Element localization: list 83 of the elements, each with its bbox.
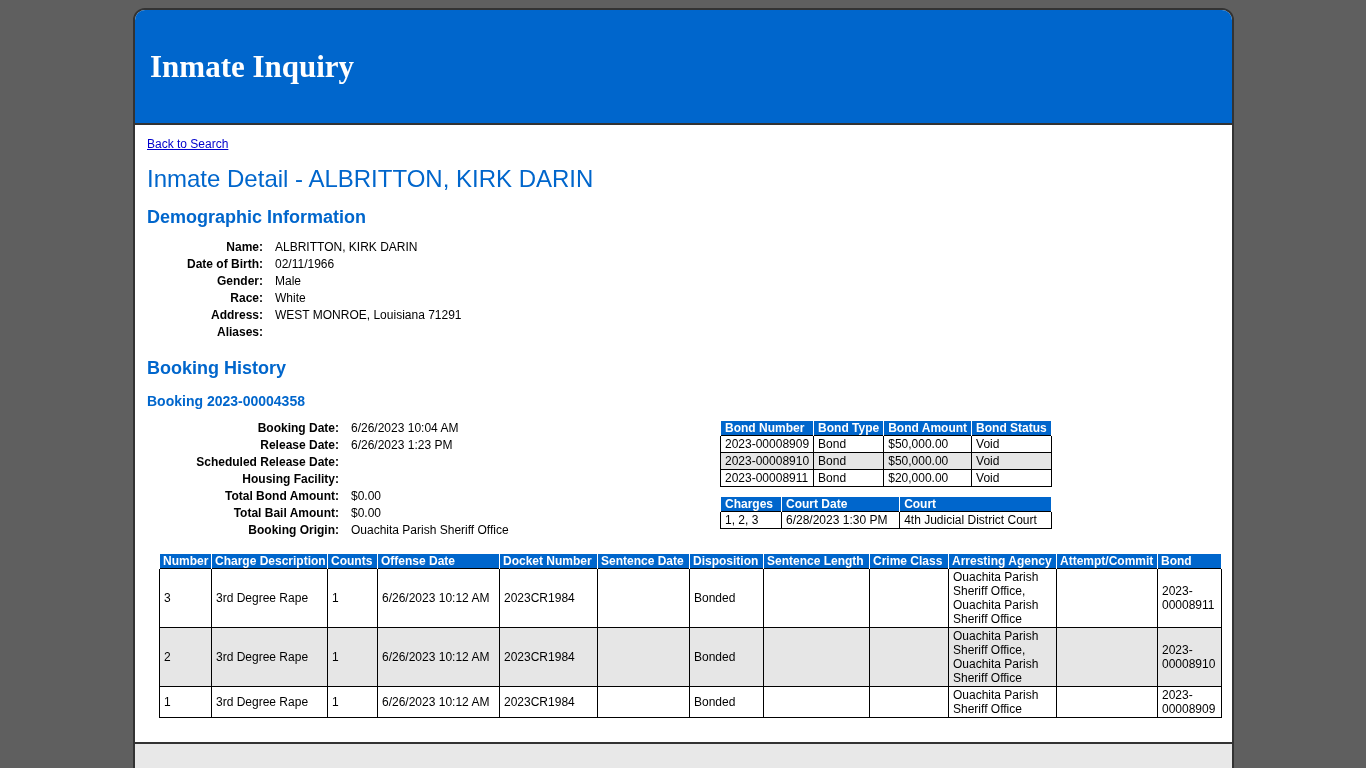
field-value: Ouachita Parish Sheriff Office xyxy=(351,522,509,537)
table-cell: 2023CR1984 xyxy=(499,627,598,687)
field-label: Date of Birth: xyxy=(187,256,263,271)
table-cell: Bonded xyxy=(689,686,764,718)
field-label: Release Date: xyxy=(260,437,339,452)
table-cell: 2023-00008910 xyxy=(1157,627,1222,687)
field-label: Housing Facility: xyxy=(242,471,339,486)
table-cell: Void xyxy=(971,469,1052,487)
table-cell: 2023-00008909 xyxy=(1157,686,1222,718)
table-cell: Ouachita Parish Sheriff Office, Ouachita Parish Sheriff Office xyxy=(948,568,1057,628)
booking-heading: Booking 2023-00004358 xyxy=(147,393,306,409)
column-header: Court xyxy=(899,497,1052,512)
field-value: 6/26/2023 1:23 PM xyxy=(351,437,453,452)
table-cell: $50,000.00 xyxy=(883,435,972,453)
column-header: Bond xyxy=(1157,554,1222,569)
table-cell: Bond xyxy=(813,469,884,487)
column-header: Number xyxy=(159,554,212,569)
table-cell: 3rd Degree Rape xyxy=(211,627,328,687)
table-cell: Ouachita Parish Sheriff Office, Ouachita Parish Sheriff Office xyxy=(948,627,1057,687)
column-header: Attempt/Commit xyxy=(1056,554,1158,569)
table-cell: $20,000.00 xyxy=(883,469,972,487)
table-cell: 3 xyxy=(159,568,212,628)
column-header: Bond Number xyxy=(720,421,814,436)
table-cell: 2 xyxy=(159,627,212,687)
table-cell: 1 xyxy=(327,568,378,628)
table-cell: 1 xyxy=(327,686,378,718)
column-header: Disposition xyxy=(689,554,764,569)
table-cell: 3rd Degree Rape xyxy=(211,568,328,628)
field-label: Scheduled Release Date: xyxy=(196,454,339,469)
field-label: Race: xyxy=(230,290,263,305)
field-label: Total Bail Amount: xyxy=(233,505,339,520)
field-value: WEST MONROE, Louisiana 71291 xyxy=(275,307,462,322)
column-header: Bond Type xyxy=(813,421,884,436)
page-title: Inmate Detail - ALBRITTON, KIRK DARIN xyxy=(147,165,595,193)
table-cell: Void xyxy=(971,435,1052,453)
table-cell: 2023CR1984 xyxy=(499,568,598,628)
column-header: Charge Description xyxy=(211,554,328,569)
column-header: Sentence Date xyxy=(597,554,690,569)
field-value: $0.00 xyxy=(351,505,382,520)
column-header: Sentence Length xyxy=(763,554,870,569)
table-cell: 6/28/2023 1:30 PM xyxy=(781,511,900,529)
field-label: Total Bond Amount: xyxy=(225,488,339,503)
column-header: Arresting Agency xyxy=(948,554,1057,569)
field-label: Address: xyxy=(211,307,263,322)
column-header: Court Date xyxy=(781,497,900,512)
column-header: Counts xyxy=(327,554,378,569)
column-header: Bond Status xyxy=(971,421,1052,436)
field-label: Booking Origin: xyxy=(248,522,339,537)
table-cell: 4th Judicial District Court xyxy=(899,511,1052,529)
column-header: Offense Date xyxy=(377,554,500,569)
section-heading: Demographic Information xyxy=(147,207,367,228)
back-to-search-link[interactable]: Back to Search xyxy=(147,137,229,151)
field-label: Name: xyxy=(226,239,263,254)
table-cell: Ouachita Parish Sheriff Office xyxy=(948,686,1057,718)
field-label: Booking Date: xyxy=(257,420,339,435)
field-value: White xyxy=(275,290,306,305)
field-value: 6/26/2023 10:04 AM xyxy=(351,420,459,435)
table-cell: 6/26/2023 10:12 AM xyxy=(377,568,500,628)
column-header: Crime Class xyxy=(869,554,949,569)
column-header: Charges xyxy=(720,497,782,512)
table-cell: 6/26/2023 10:12 AM xyxy=(377,686,500,718)
table-cell: 2023-00008911 xyxy=(1157,568,1222,628)
table-cell: 2023-00008911 xyxy=(720,469,814,487)
site-title: Inmate Inquiry xyxy=(150,48,355,85)
table-cell: Bonded xyxy=(689,568,764,628)
column-header: Docket Number xyxy=(499,554,598,569)
table-cell: Bond xyxy=(813,435,884,453)
table-cell: Bonded xyxy=(689,627,764,687)
field-label: Gender: xyxy=(217,273,263,288)
table-cell: 3rd Degree Rape xyxy=(211,686,328,718)
section-heading: Booking History xyxy=(147,358,287,379)
table-cell: 1 xyxy=(327,627,378,687)
table-cell: 1, 2, 3 xyxy=(720,511,782,529)
table-cell: 2023-00008909 xyxy=(720,435,814,453)
table-cell: 1 xyxy=(159,686,212,718)
table-cell: 2023CR1984 xyxy=(499,686,598,718)
table-cell: 6/26/2023 10:12 AM xyxy=(377,627,500,687)
field-value: Male xyxy=(275,273,301,288)
field-value: $0.00 xyxy=(351,488,382,503)
field-label: Aliases: xyxy=(216,324,263,339)
column-header: Bond Amount xyxy=(883,421,972,436)
field-value: ALBRITTON, KIRK DARIN xyxy=(275,239,418,254)
field-value: 02/11/1966 xyxy=(275,256,335,271)
